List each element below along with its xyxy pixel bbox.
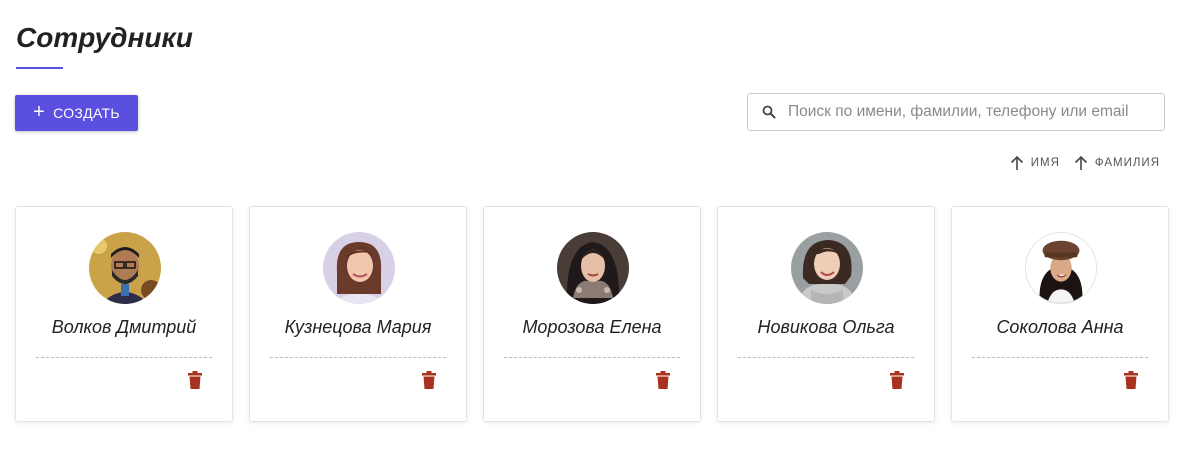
create-button[interactable]: + Создать (15, 95, 138, 131)
employee-card[interactable]: Кузнецова Мария (249, 206, 467, 422)
employee-name: Соколова Анна (996, 317, 1124, 337)
create-button-label: Создать (53, 105, 120, 121)
employee-name: Новикова Ольга (757, 317, 895, 337)
search-field[interactable] (747, 93, 1165, 131)
sort-label: имя (1030, 157, 1060, 169)
employee-name: Кузнецова Мария (284, 317, 432, 337)
sort-by-first-name-button[interactable]: имя (1010, 155, 1060, 171)
employee-name: Морозова Елена (522, 317, 662, 337)
arrow-up-icon (1074, 155, 1087, 170)
divider (738, 357, 914, 358)
employee-card-list: Волков Дмитрий Кузнецова Мария Морозова … (15, 206, 1169, 422)
divider (36, 357, 212, 358)
trash-icon[interactable] (188, 371, 202, 389)
sort-by-last-name-button[interactable]: фамилия (1074, 155, 1160, 171)
trash-icon[interactable] (890, 371, 904, 389)
avatar (89, 232, 161, 304)
employee-card[interactable]: Морозова Елена (483, 206, 701, 422)
avatar (557, 232, 629, 304)
divider (972, 357, 1148, 358)
sort-bar: имя фамилия (1010, 155, 1160, 171)
avatar (1025, 232, 1097, 304)
employee-card[interactable]: Соколова Анна (951, 206, 1169, 422)
trash-icon[interactable] (1124, 371, 1138, 389)
avatar (791, 232, 863, 304)
employee-card[interactable]: Новикова Ольга (717, 206, 935, 422)
sort-label: фамилия (1094, 157, 1160, 169)
plus-icon: + (33, 101, 46, 123)
search-icon (762, 105, 776, 119)
title-underline (16, 67, 63, 69)
employee-card[interactable]: Волков Дмитрий (15, 206, 233, 422)
arrow-up-icon (1010, 155, 1023, 170)
trash-icon[interactable] (656, 371, 670, 389)
trash-icon[interactable] (422, 371, 436, 389)
page-title: Сотрудники (16, 22, 193, 53)
avatar (323, 232, 395, 304)
employee-name: Волков Дмитрий (51, 317, 197, 337)
search-input[interactable] (786, 102, 1160, 122)
divider (270, 357, 446, 358)
divider (504, 357, 680, 358)
